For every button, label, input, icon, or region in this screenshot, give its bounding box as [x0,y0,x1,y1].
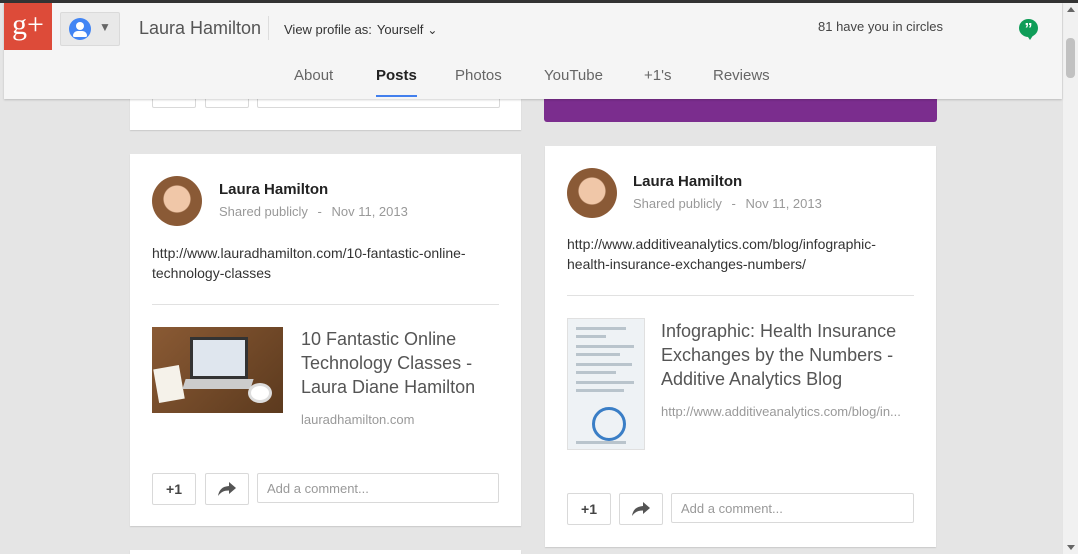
plus-one-button[interactable]: +1 [567,493,611,525]
link-thumbnail-image[interactable] [567,318,645,450]
hangouts-icon[interactable]: ” [1019,19,1038,40]
share-icon [632,502,650,516]
post-author[interactable]: Laura Hamilton [219,181,328,198]
link-domain[interactable]: lauradhamilton.com [301,412,501,427]
share-button[interactable] [205,473,249,505]
content-divider [567,295,914,296]
profile-tabs: About Posts Photos YouTube +1's Reviews [4,65,1062,99]
scroll-up-arrow[interactable] [1067,7,1075,12]
author-avatar[interactable] [567,168,617,218]
google-plus-logo[interactable]: g+ [4,3,52,50]
post-card: Laura Hamilton Shared publicly - Nov 11,… [130,154,521,526]
post-visibility[interactable]: Shared publicly [633,196,722,211]
post-card: Laura Hamilton Shared publicly - Nov 11,… [545,146,936,547]
link-title[interactable]: 10 Fantastic Online Technology Classes -… [301,327,501,399]
comment-input[interactable]: Add a comment... [257,473,499,503]
link-thumbnail-image[interactable] [152,327,283,413]
author-avatar[interactable] [152,176,202,226]
post-visibility[interactable]: Shared publicly [219,204,308,219]
post-date[interactable]: Nov 11, 2013 [331,204,407,219]
link-title-line: Technology Classes - [301,353,473,373]
comment-input[interactable]: Add a comment... [671,493,914,523]
view-profile-value: Yourself [376,22,424,37]
post-meta: Shared publicly - Nov 11, 2013 [219,204,408,219]
post-date[interactable]: Nov 11, 2013 [745,196,821,211]
link-title-line: Additive Analytics Blog [661,369,843,389]
tab-about[interactable]: About [294,67,333,84]
post-author[interactable]: Laura Hamilton [633,173,742,190]
share-icon [218,482,236,496]
post-url-text[interactable]: http://www.lauradhamilton.com/10-fantast… [152,243,502,283]
post-url-line: http://www.additiveanalytics.com/blog/in… [567,236,876,252]
vertical-scrollbar[interactable] [1062,3,1078,554]
account-icon [69,18,91,40]
post-url-text[interactable]: http://www.additiveanalytics.com/blog/in… [567,234,922,274]
link-title-line: Laura Diane Hamilton [301,377,476,397]
content-divider [152,304,499,305]
link-domain[interactable]: http://www.additiveanalytics.com/blog/in… [661,404,916,419]
tab-plus-ones[interactable]: +1's [644,67,671,84]
view-profile-label: View profile as: [284,22,372,37]
chevron-down-icon: ▼ [99,20,111,34]
profile-header: g+ ▼ Laura Hamilton View profile as: Your… [4,3,1062,99]
next-post-card [130,550,521,554]
scroll-down-arrow[interactable] [1067,545,1075,550]
link-title-line: Exchanges by the Numbers - [661,345,894,365]
tab-youtube[interactable]: YouTube [544,67,603,84]
share-button[interactable] [619,493,663,525]
post-url-line: health-insurance-exchanges-numbers/ [567,256,806,272]
post-meta: Shared publicly - Nov 11, 2013 [633,196,822,211]
profile-name: Laura Hamilton [139,18,262,38]
link-title-line: Infographic: Health Insurance [661,321,897,341]
header-divider [268,16,269,40]
link-title[interactable]: Infographic: Health Insurance Exchanges … [661,319,921,391]
post-url-line: http://www.lauradhamilton.com/10-fantast… [152,245,466,261]
meta-separator: - [731,196,736,211]
view-profile-as-dropdown[interactable]: View profile as: Yourself ⌄ [284,22,437,37]
chevron-down-icon: ⌄ [427,23,438,37]
tab-photos[interactable]: Photos [455,67,502,84]
account-switcher-button[interactable]: ▼ [60,12,120,46]
meta-separator: - [317,204,322,219]
logo-text: g+ [12,8,44,41]
scroll-thumb[interactable] [1066,38,1075,78]
post-url-line: technology-classes [152,265,272,281]
tab-reviews[interactable]: Reviews [713,67,770,84]
link-title-line: 10 Fantastic Online [301,329,457,349]
plus-one-button[interactable]: +1 [152,473,196,505]
circles-count[interactable]: 81 have you in circles [818,19,943,34]
tab-posts[interactable]: Posts [376,67,417,97]
